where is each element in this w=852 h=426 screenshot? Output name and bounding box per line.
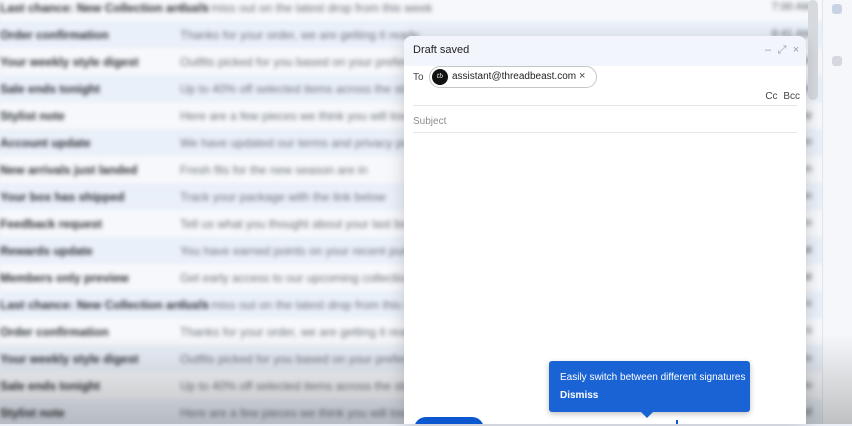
inbox-scrollbar[interactable]	[808, 0, 818, 100]
inbox-sender: Members only preview	[0, 271, 129, 285]
inbox-sender: Your weekly style digest	[0, 55, 139, 69]
inbox-snippet: Outfits picked for you based on your pre…	[180, 352, 439, 366]
calendar-icon[interactable]	[832, 4, 842, 14]
inbox-sender: Order confirmation	[0, 325, 109, 339]
fullscreen-icon[interactable]: ⤢	[776, 44, 788, 56]
to-label: To	[413, 72, 424, 83]
tooltip-message: Easily switch between different signatur…	[560, 372, 746, 383]
tooltip-arrow	[641, 412, 653, 418]
inbox-snippet: Here are a few pieces we think you will …	[180, 406, 413, 420]
dismiss-button[interactable]: Dismiss	[560, 390, 598, 401]
inbox-snippet: Thanks for your order, we are getting it…	[180, 325, 419, 339]
inbox-sender: Your weekly style digest	[0, 352, 139, 366]
inbox-sender: Order confirmation	[0, 28, 109, 42]
recipients-row[interactable]: To tb assistant@threadbeast.com ×	[413, 66, 797, 106]
inbox-snippet: Get early access to our upcoming collect…	[180, 271, 413, 285]
bcc-link[interactable]: Bcc	[783, 91, 800, 102]
inbox-sender: Your box has shipped	[0, 190, 125, 204]
inbox-sender: Sale ends tonight	[0, 82, 101, 96]
inbox-sender: New arrivals just landed	[0, 163, 138, 177]
remove-recipient-icon[interactable]: ×	[579, 70, 585, 82]
minimize-icon[interactable]: –	[762, 44, 774, 56]
inbox-snippet: Outfits picked for you based on your pre…	[180, 55, 439, 69]
keep-icon[interactable]	[832, 56, 842, 66]
inbox-sender: Sale ends tonight	[0, 379, 101, 393]
recipient-chip[interactable]: tb assistant@threadbeast.com ×	[429, 66, 597, 88]
inbox-snippet: Up to 40% off selected items across the …	[180, 379, 422, 393]
inbox-snippet: Here are a few pieces we think you will …	[180, 109, 413, 123]
inbox-snippet: Fresh fits for the new season are in	[180, 163, 368, 177]
inbox-snippet: Don't miss out on the latest drop from t…	[180, 298, 433, 312]
close-icon[interactable]: ×	[790, 44, 802, 56]
subject-divider	[413, 132, 797, 133]
compose-title: Draft saved	[413, 44, 470, 56]
cc-link[interactable]: Cc	[765, 91, 777, 102]
send-button[interactable]	[414, 417, 484, 424]
cc-bcc-links: Cc Bcc	[762, 91, 800, 102]
right-side-panel	[822, 0, 852, 424]
signature-tip-popup: Easily switch between different signatur…	[549, 361, 750, 418]
signature-icon[interactable]	[676, 420, 678, 424]
inbox-sender: Stylist note	[0, 109, 65, 123]
inbox-snippet: Track your package with the link below	[180, 190, 386, 204]
subject-input[interactable]	[413, 112, 793, 130]
inbox-sender: Last chance: New Collection arrivals	[0, 298, 209, 312]
recipient-avatar: tb	[432, 69, 448, 85]
inbox-sender: Last chance: New Collection arrivals	[0, 1, 209, 15]
inbox-sender: Rewards update	[0, 244, 93, 258]
inbox-snippet: You have earned points on your recent pu…	[180, 244, 439, 258]
inbox-snippet: Tell us what you thought about your last…	[180, 217, 414, 231]
inbox-snippet: Don't miss out on the latest drop from t…	[180, 1, 433, 15]
inbox-snippet: We have updated our terms and privacy po…	[180, 136, 427, 150]
inbox-date: 7:00 AM	[771, 1, 812, 13]
inbox-sender: Account update	[0, 136, 91, 150]
inbox-snippet: Up to 40% off selected items across the …	[180, 82, 422, 96]
recipient-email: assistant@threadbeast.com	[452, 71, 577, 82]
inbox-sender: Stylist note	[0, 406, 65, 420]
compose-header[interactable]: Draft saved – ⤢ ×	[404, 36, 806, 66]
inbox-sender: Feedback request	[0, 217, 103, 231]
recipients-divider	[413, 105, 797, 106]
inbox-row[interactable]: Last chance: New Collection arrivals Don'…	[0, 0, 852, 21]
inbox-snippet: Thanks for your order, we are getting it…	[180, 28, 419, 42]
